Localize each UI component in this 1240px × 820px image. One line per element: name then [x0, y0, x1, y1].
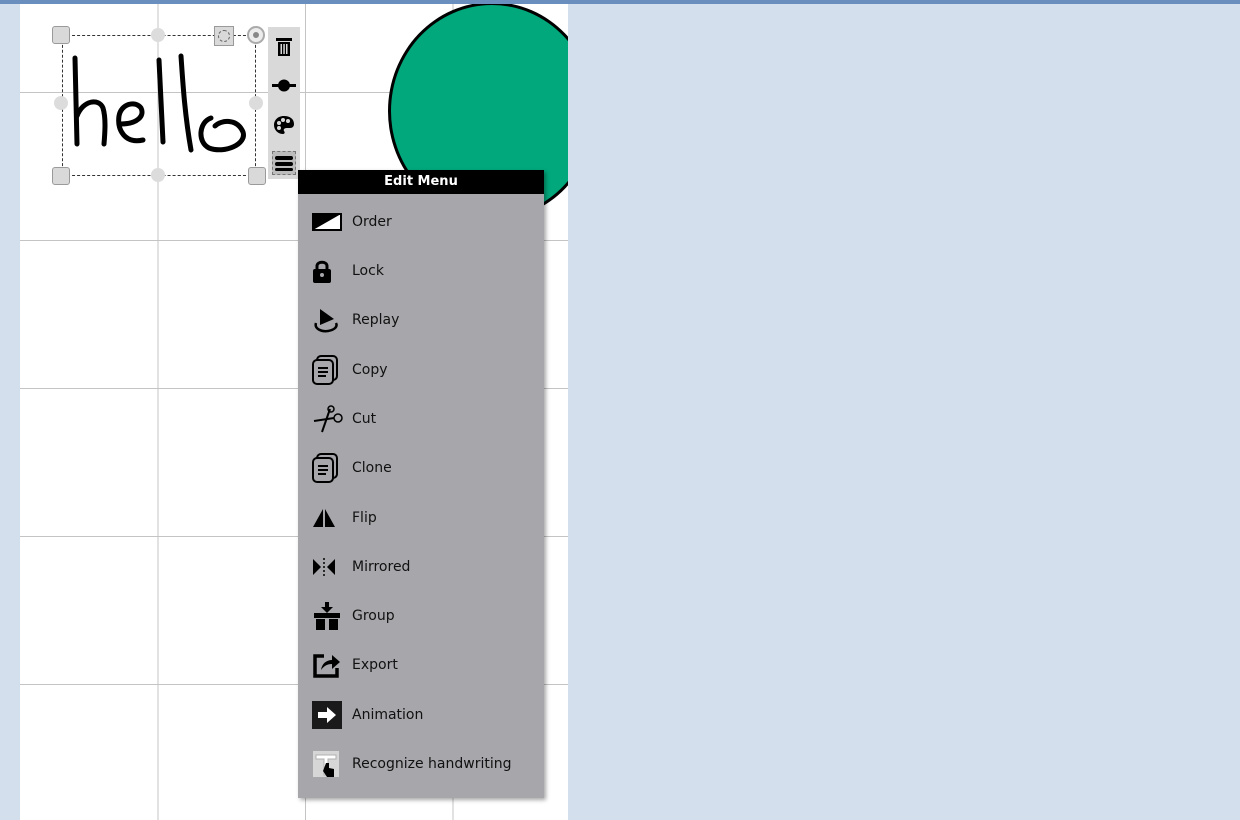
flip-icon [312, 502, 348, 534]
menu-item-lock[interactable]: Lock [298, 251, 544, 291]
menu-item-label: Export [352, 657, 398, 673]
menu-item-label: Mirrored [352, 559, 411, 575]
left-margin [0, 4, 20, 820]
menu-item-label: Cut [352, 411, 377, 427]
menu-item-animation[interactable]: Animation [298, 695, 544, 735]
group-icon [312, 600, 348, 632]
mirror-icon [312, 551, 348, 583]
right-background-panel [568, 4, 1240, 820]
menu-item-clone[interactable]: Clone [298, 448, 544, 488]
menu-item-label: Group [352, 608, 395, 624]
lock-icon [312, 255, 348, 287]
export-icon [312, 649, 348, 681]
menu-item-copy[interactable]: Copy [298, 350, 544, 390]
menu-item-label: Copy [352, 362, 388, 378]
menu-icon[interactable] [272, 151, 296, 175]
order-icon [312, 206, 348, 238]
whiteboard-canvas[interactable]: hello Edit Menu [20, 4, 568, 820]
resize-edge-handle[interactable] [249, 96, 263, 110]
resize-edge-handle[interactable] [151, 28, 165, 42]
menu-item-label: Flip [352, 510, 377, 526]
clone-icon [312, 452, 348, 484]
menu-item-label: Order [352, 214, 392, 230]
copy-icon [312, 354, 348, 386]
palette-icon[interactable] [272, 113, 296, 137]
selection-box [62, 35, 256, 176]
menu-item-group[interactable]: Group [298, 596, 544, 636]
menu-item-cut[interactable]: Cut [298, 399, 544, 439]
menu-item-label: Animation [352, 707, 424, 723]
menu-item-label: Clone [352, 460, 392, 476]
object-toolbar [268, 27, 300, 179]
resize-corner-handle[interactable] [248, 167, 266, 185]
resize-corner-handle[interactable] [52, 167, 70, 185]
line-width-icon[interactable] [272, 73, 296, 97]
menu-item-label: Replay [352, 312, 400, 328]
scissors-icon [312, 403, 348, 435]
menu-item-label: Recognize handwriting [352, 756, 512, 772]
menu-item-export[interactable]: Export [298, 645, 544, 685]
rotate-handle-icon[interactable] [247, 26, 265, 44]
menu-item-order[interactable]: Order [298, 202, 544, 242]
handwriting-icon [312, 748, 348, 780]
edit-menu-title: Edit Menu [298, 170, 544, 194]
animation-icon [312, 699, 348, 731]
menu-item-label: Lock [352, 263, 384, 279]
rotate-free-icon[interactable] [214, 26, 234, 46]
resize-edge-handle[interactable] [54, 96, 68, 110]
menu-item-recognize-handwriting[interactable]: Recognize handwriting [298, 744, 544, 784]
menu-item-replay[interactable]: Replay [298, 300, 544, 340]
replay-icon [312, 304, 348, 336]
trash-icon[interactable] [272, 35, 296, 59]
resize-corner-handle[interactable] [52, 26, 70, 44]
resize-edge-handle[interactable] [151, 168, 165, 182]
menu-item-mirrored[interactable]: Mirrored [298, 547, 544, 587]
edit-menu: Edit Menu Order Lock Replay Copy Cut Clo… [298, 170, 544, 798]
menu-item-flip[interactable]: Flip [298, 498, 544, 538]
